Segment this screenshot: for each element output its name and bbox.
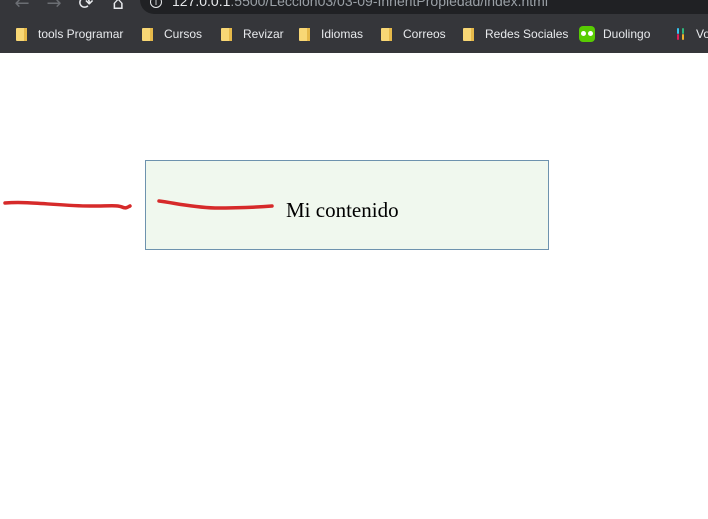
address-bar[interactable]: i 127.0.0.1:5500/Leccion03/03-09-Inherit… xyxy=(140,0,708,14)
folder-icon xyxy=(463,27,474,41)
folder-icon xyxy=(142,27,153,41)
folder-icon xyxy=(381,27,392,41)
bookmark-tools-programar[interactable]: tools Programar xyxy=(16,22,123,46)
slack-icon xyxy=(675,28,687,40)
annotation-overlay xyxy=(3,199,274,210)
browser-toolbar: ← → ⟳ ⌂ i 127.0.0.1:5500/Leccion03/03-09… xyxy=(0,0,708,53)
bookmark-revizar[interactable]: Revizar xyxy=(221,22,284,46)
folder-icon xyxy=(16,27,27,41)
bookmark-label: tools Programar xyxy=(38,27,124,41)
bookmark-label: Idiomas xyxy=(321,27,364,41)
content-box: Mi contenido xyxy=(145,160,549,250)
bookmark-label: Redes Sociales xyxy=(485,27,569,41)
reload-icon[interactable]: ⟳ xyxy=(76,0,96,14)
bookmark-label: Revizar xyxy=(243,27,284,41)
url-path: :5500/Leccion03/03-09-InheritPropiedad/i… xyxy=(230,0,548,9)
url-host: 127.0.0.1 xyxy=(172,0,231,9)
content-text: Mi contenido xyxy=(286,198,399,222)
url-text[interactable]: 127.0.0.1:5500/Leccion03/03-09-InheritPr… xyxy=(172,0,548,9)
bookmark-correos[interactable]: Correos xyxy=(381,22,446,46)
bookmark-cursos[interactable]: Cursos xyxy=(142,22,202,46)
bookmark-label: Correos xyxy=(403,27,446,41)
back-arrow-icon[interactable]: ← xyxy=(12,0,32,14)
bookmark-redes-sociales[interactable]: Redes Sociales xyxy=(463,22,568,46)
forward-arrow-icon[interactable]: → xyxy=(44,0,64,14)
bookmark-vo[interactable]: Vo xyxy=(675,22,708,46)
bookmark-idiomas[interactable]: Idiomas xyxy=(299,22,363,46)
bookmark-duolingo[interactable]: Duolingo xyxy=(579,22,650,46)
annotation-stroke-outside xyxy=(3,200,132,210)
bookmarks-bar: tools Programar Cursos Revizar Idiomas C… xyxy=(0,22,708,46)
folder-icon xyxy=(299,27,310,41)
bookmark-label: Cursos xyxy=(164,27,203,41)
info-icon[interactable]: i xyxy=(150,0,162,8)
home-icon[interactable]: ⌂ xyxy=(108,0,128,14)
bookmark-label: Vo xyxy=(696,27,708,41)
duolingo-icon xyxy=(579,26,595,42)
folder-icon xyxy=(221,27,232,41)
bookmark-label: Duolingo xyxy=(603,27,651,41)
navigation-bar: ← → ⟳ ⌂ i 127.0.0.1:5500/Leccion03/03-09… xyxy=(0,0,708,16)
